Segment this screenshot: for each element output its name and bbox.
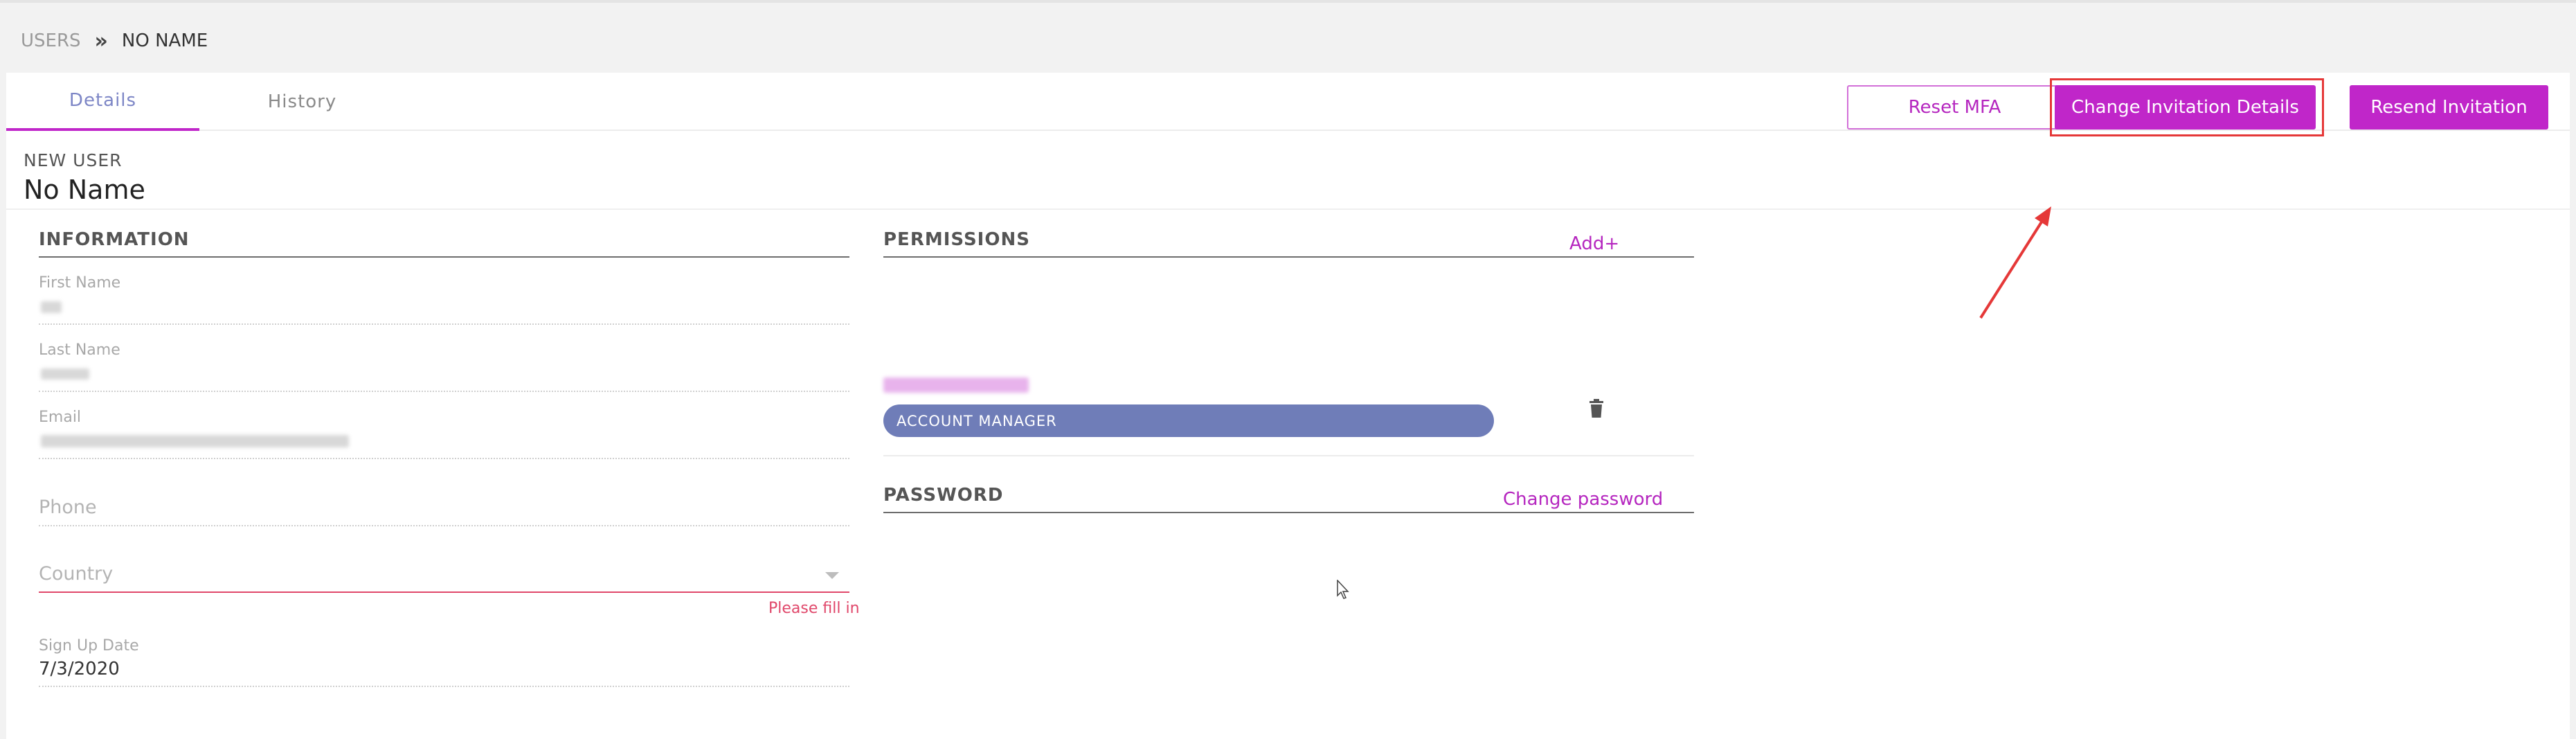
signup-date-value: 7/3/2020: [39, 659, 120, 679]
tab-details[interactable]: Details: [6, 73, 199, 131]
phone-input[interactable]: Phone: [39, 497, 97, 518]
role-badge: ACCOUNT MANAGER: [883, 404, 1494, 437]
reset-mfa-button[interactable]: Reset MFA: [1847, 85, 2062, 130]
user-header: NEW USER No Name: [24, 150, 145, 205]
page-title: No Name: [24, 175, 145, 205]
user-detail-card: Details History NEW USER No Name INFORMA…: [6, 73, 2570, 739]
information-rule: [39, 256, 849, 258]
password-title: PASSWORD: [883, 485, 1004, 506]
header-kicker: NEW USER: [24, 150, 123, 170]
first-name-label: First Name: [39, 274, 121, 292]
chevron-down-icon[interactable]: [825, 572, 839, 579]
top-border: [0, 0, 2576, 3]
signup-date-rule: [39, 686, 849, 687]
add-permission-link[interactable]: Add+: [1569, 233, 1619, 254]
country-select[interactable]: Country: [39, 563, 113, 585]
tab-history[interactable]: History: [206, 73, 399, 131]
country-error-underline: [39, 591, 849, 593]
annotation-highlight-box: [2050, 78, 2324, 136]
last-name-field[interactable]: [39, 391, 849, 392]
permission-row-divider: [883, 455, 1694, 456]
first-name-redacted[interactable]: [41, 301, 62, 313]
email-field[interactable]: [39, 458, 849, 459]
phone-field-rule: [39, 525, 849, 526]
last-name-label: Last Name: [39, 341, 120, 359]
role-badge-label: ACCOUNT MANAGER: [897, 412, 1057, 429]
password-rule: [883, 512, 1694, 513]
header-divider: [6, 208, 2570, 210]
permission-account-redacted: [883, 377, 1029, 393]
country-error-text: Please fill in: [768, 600, 860, 617]
breadcrumb-current: NO NAME: [121, 30, 208, 51]
signup-date-label: Sign Up Date: [39, 637, 139, 655]
trash-icon[interactable]: [1589, 399, 1604, 418]
first-name-field[interactable]: [39, 323, 849, 325]
breadcrumb-separator: »: [94, 28, 108, 53]
last-name-redacted[interactable]: [41, 368, 89, 380]
breadcrumb: USERS » NO NAME: [21, 29, 208, 53]
email-redacted[interactable]: [41, 435, 349, 447]
permissions-title: PERMISSIONS: [883, 229, 1030, 250]
breadcrumb-users-link[interactable]: USERS: [21, 30, 81, 51]
resend-invitation-button[interactable]: Resend Invitation: [2350, 85, 2548, 130]
information-title: INFORMATION: [39, 229, 190, 250]
permissions-rule: [883, 256, 1694, 258]
mouse-cursor-icon: [1337, 580, 1349, 599]
email-label: Email: [39, 409, 82, 426]
change-password-link[interactable]: Change password: [1503, 489, 1663, 510]
